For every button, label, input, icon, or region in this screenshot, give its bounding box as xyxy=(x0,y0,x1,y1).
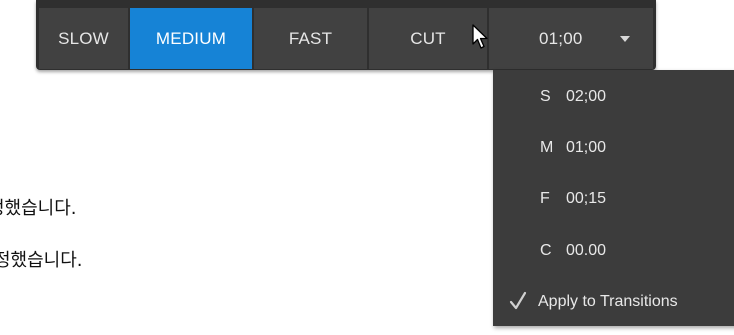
slow-button[interactable]: SLOW xyxy=(39,8,128,69)
duration-dropdown-menu: S 02;00 M 01;00 F 00;15 C 00.00 Apply to… xyxy=(493,70,734,326)
duration-value: 01;00 xyxy=(539,28,583,48)
screenshot-stage: 정했습니다. 정했습니다. SLOW MEDIUM FAST CUT 01;00… xyxy=(0,0,734,335)
option-key: F xyxy=(540,190,550,207)
cut-button[interactable]: CUT xyxy=(369,8,487,69)
apply-to-transitions-label: Apply to Transitions xyxy=(538,293,678,310)
duration-dropdown-button[interactable]: 01;00 xyxy=(489,8,653,69)
duration-option-cut[interactable]: C 00.00 xyxy=(493,226,734,276)
chevron-down-icon xyxy=(620,36,630,42)
duration-option-slow[interactable]: S 02;00 xyxy=(493,72,734,122)
option-key: C xyxy=(540,242,552,259)
duration-option-medium[interactable]: M 01;00 xyxy=(493,123,734,173)
duration-option-fast[interactable]: F 00;15 xyxy=(493,174,734,224)
check-icon xyxy=(509,291,527,310)
option-value: 00;15 xyxy=(566,190,607,207)
document-text-line: 정했습니다. xyxy=(0,250,83,271)
apply-to-transitions-toggle[interactable]: Apply to Transitions xyxy=(493,277,734,327)
option-key: M xyxy=(540,139,554,156)
option-key: S xyxy=(540,88,551,105)
option-value: 02;00 xyxy=(566,88,607,105)
option-value: 01;00 xyxy=(566,139,607,156)
document-text-line: 정했습니다. xyxy=(0,198,77,219)
medium-button[interactable]: MEDIUM xyxy=(130,8,252,69)
fast-button[interactable]: FAST xyxy=(254,8,367,69)
mouse-cursor-icon xyxy=(472,24,488,49)
option-value: 00.00 xyxy=(566,242,607,259)
transition-speed-toolbar: SLOW MEDIUM FAST CUT 01;00 xyxy=(36,0,656,70)
